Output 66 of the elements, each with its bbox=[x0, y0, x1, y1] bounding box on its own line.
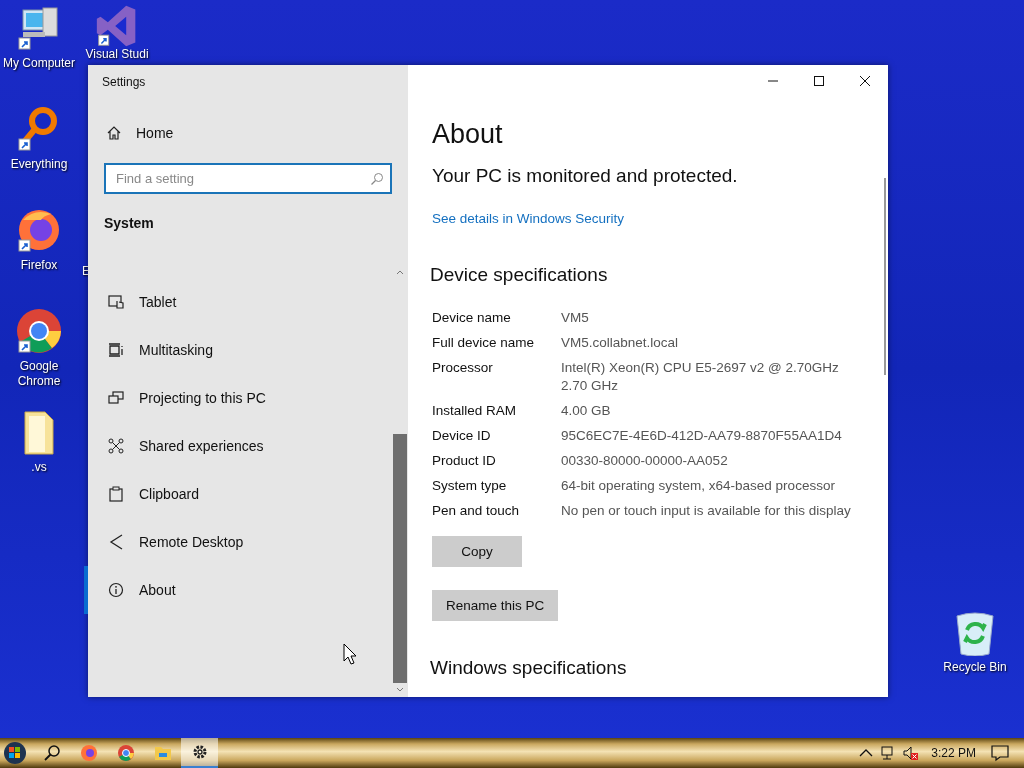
nav-item[interactable]: Clipboard bbox=[84, 470, 392, 518]
projecting-icon bbox=[108, 390, 124, 406]
spec-value: Intel(R) Xeon(R) CPU E5-2697 v2 @ 2.70GHz 2.70 GHz bbox=[561, 359, 840, 395]
icon-label: Visual Studi bbox=[85, 48, 149, 61]
multitasking-icon bbox=[108, 342, 124, 358]
spec-label: Processor bbox=[432, 359, 494, 377]
icon-label: Firefox bbox=[20, 258, 58, 273]
status-text: Your PC is monitored and protected. bbox=[432, 165, 739, 187]
volume-muted-icon[interactable] bbox=[902, 745, 919, 761]
window-title: Settings bbox=[101, 74, 147, 91]
shared-icon bbox=[108, 438, 124, 454]
chrome-icon[interactable] bbox=[15, 307, 63, 355]
icon-label: My Computer bbox=[3, 56, 75, 71]
home-link[interactable]: Home bbox=[106, 125, 408, 141]
spec-value: 64-bit operating system, x64-based processor bbox=[561, 477, 836, 495]
scrollbar-thumb[interactable] bbox=[884, 178, 886, 375]
icon-label: .vs bbox=[31, 460, 47, 475]
chrome-icon bbox=[116, 744, 135, 762]
spec-value: 4.00 GB bbox=[561, 402, 612, 420]
mouse-pointer-icon bbox=[343, 643, 357, 665]
notification-icon[interactable] bbox=[990, 744, 1010, 762]
page-heading: About bbox=[432, 119, 504, 150]
icon-label: Everything bbox=[10, 157, 68, 172]
scroll-down-icon[interactable] bbox=[396, 687, 404, 693]
nav-item[interactable]: Projecting to this PC bbox=[84, 374, 392, 422]
icon-label: Google Chrome bbox=[16, 359, 62, 389]
firefox-icon bbox=[79, 744, 98, 762]
nav-item[interactable]: Tablet bbox=[84, 278, 392, 326]
rename-button[interactable]: Rename this PC bbox=[432, 590, 559, 621]
icon-label: Recycle Bin bbox=[943, 660, 1007, 675]
about-icon bbox=[108, 582, 124, 598]
start-icon[interactable] bbox=[3, 741, 27, 765]
search-field[interactable]: Find a setting bbox=[104, 163, 392, 194]
spec-label: Full device name bbox=[432, 334, 536, 352]
taskbar-button[interactable] bbox=[181, 738, 218, 768]
remote-icon bbox=[108, 534, 124, 550]
close-icon[interactable] bbox=[859, 75, 871, 87]
search-icon bbox=[42, 744, 61, 762]
maximize-icon[interactable] bbox=[813, 75, 825, 87]
spec-value: VM5.collabnet.local bbox=[561, 334, 680, 352]
nav-item[interactable]: Remote Desktop bbox=[84, 518, 392, 566]
section-heading: Device specifications bbox=[430, 264, 609, 286]
section-heading: System bbox=[104, 215, 155, 231]
spec-label: System type bbox=[432, 477, 508, 495]
home-icon bbox=[106, 125, 122, 141]
spec-label: Device name bbox=[432, 309, 512, 327]
spec-value: 00330-80000-00000-AA052 bbox=[561, 452, 729, 470]
spec-value: VM5 bbox=[561, 309, 590, 327]
spec-value: No pen or touch input is available for this display bbox=[561, 502, 852, 520]
folder-icon bbox=[153, 744, 172, 762]
security-link[interactable]: See details in Windows Security bbox=[432, 211, 888, 226]
section-heading: Windows specifications bbox=[430, 657, 628, 679]
copy-button[interactable]: Copy bbox=[432, 536, 522, 567]
clock[interactable]: 3:22 PM bbox=[931, 746, 976, 760]
spec-label: Device ID bbox=[432, 427, 492, 445]
spec-label: Pen and touch bbox=[432, 502, 521, 520]
search-icon bbox=[370, 172, 384, 186]
tablet-icon bbox=[108, 294, 124, 310]
spec-label: Product ID bbox=[432, 452, 497, 470]
clipboard-icon bbox=[108, 486, 124, 502]
nav-item[interactable]: Shared experiences bbox=[84, 422, 392, 470]
nav-item[interactable]: Multitasking bbox=[84, 326, 392, 374]
scroll-up-icon[interactable] bbox=[396, 269, 404, 275]
scrollbar-thumb[interactable] bbox=[393, 434, 407, 683]
spec-value: 95C6EC7E-4E6D-412D-AA79-8870F55AA1D4 bbox=[561, 427, 843, 445]
spec-label: Installed RAM bbox=[432, 402, 518, 420]
